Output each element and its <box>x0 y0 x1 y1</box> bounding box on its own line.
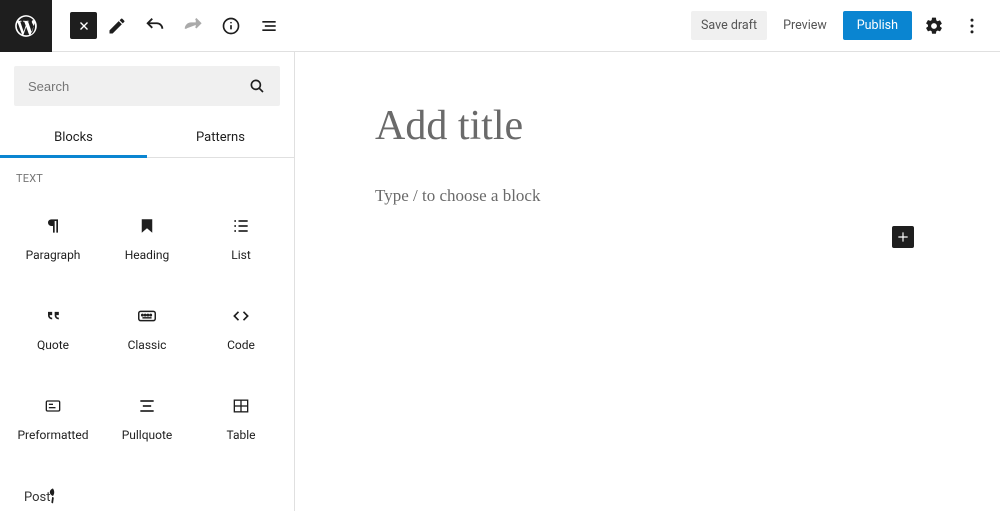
plus-icon <box>896 230 910 244</box>
blocks-scroll[interactable]: TEXT Paragraph Heading <box>0 158 294 511</box>
search-icon <box>248 77 266 95</box>
block-table[interactable]: Table <box>194 373 288 463</box>
kebab-icon <box>962 16 982 36</box>
list-view-icon <box>259 16 279 36</box>
block-inserter-panel: Blocks Patterns TEXT Paragraph Heading <box>0 52 295 511</box>
undo-icon <box>144 15 166 37</box>
info-icon <box>221 16 241 36</box>
workspace: Blocks Patterns TEXT Paragraph Heading <box>0 52 1000 511</box>
redo-icon <box>182 15 204 37</box>
search-input[interactable] <box>28 79 248 94</box>
block-label: Pullquote <box>122 428 173 442</box>
block-grid: Paragraph Heading List <box>0 193 294 511</box>
preview-button[interactable]: Preview <box>773 11 837 40</box>
wordpress-logo[interactable] <box>0 0 52 52</box>
toggle-inserter-button[interactable] <box>70 12 97 39</box>
quote-icon <box>41 304 65 328</box>
heading-icon <box>135 214 159 238</box>
paragraph-icon <box>41 214 65 238</box>
undo-button[interactable] <box>137 8 173 44</box>
block-label: Table <box>226 428 255 442</box>
block-heading[interactable]: Heading <box>100 193 194 283</box>
topbar-right: Save draft Preview Publish <box>691 10 1000 42</box>
block-classic[interactable]: Classic <box>100 283 194 373</box>
tab-blocks[interactable]: Blocks <box>0 120 147 157</box>
block-label: Paragraph <box>26 248 81 262</box>
editor-canvas[interactable]: Add title Type / to choose a block <box>295 52 1000 511</box>
publish-button[interactable]: Publish <box>843 11 912 40</box>
block-list[interactable]: List <box>194 193 288 283</box>
block-label: Classic <box>128 338 167 352</box>
gear-icon <box>924 16 944 36</box>
table-icon <box>229 394 253 418</box>
block-paragraph[interactable]: Paragraph <box>6 193 100 283</box>
preformatted-icon <box>41 394 65 418</box>
section-label-text: TEXT <box>0 158 294 193</box>
topbar-left <box>0 0 287 51</box>
block-label: Heading <box>125 248 170 262</box>
settings-button[interactable] <box>918 10 950 42</box>
post-title-placeholder[interactable]: Add title <box>375 102 1000 150</box>
block-label: Code <box>227 338 255 352</box>
search-field[interactable] <box>14 66 280 106</box>
document-info-button[interactable] <box>213 8 249 44</box>
block-preformatted[interactable]: Preformatted <box>6 373 100 463</box>
list-icon <box>229 214 253 238</box>
post-body-placeholder[interactable]: Type / to choose a block <box>375 186 1000 206</box>
edit-tool-button[interactable] <box>99 8 135 44</box>
list-view-button[interactable] <box>251 8 287 44</box>
editor-topbar: Save draft Preview Publish <box>0 0 1000 52</box>
block-pullquote[interactable]: Pullquote <box>100 373 194 463</box>
more-options-button[interactable] <box>956 10 988 42</box>
footer-status: Post <box>24 490 51 505</box>
add-block-button[interactable] <box>892 226 914 248</box>
block-code[interactable]: Code <box>194 283 288 373</box>
block-label: List <box>231 248 251 262</box>
block-label: Preformatted <box>17 428 88 442</box>
code-icon <box>229 304 253 328</box>
block-label: Quote <box>37 338 69 352</box>
pencil-icon <box>107 16 127 36</box>
tab-patterns[interactable]: Patterns <box>147 120 294 157</box>
close-icon <box>77 19 91 33</box>
block-verse[interactable]: Verse <box>6 463 100 511</box>
block-quote[interactable]: Quote <box>6 283 100 373</box>
save-draft-button[interactable]: Save draft <box>691 11 767 40</box>
classic-icon <box>135 304 159 328</box>
inserter-tabs: Blocks Patterns <box>0 120 294 158</box>
search-wrap <box>0 52 294 120</box>
pullquote-icon <box>135 394 159 418</box>
redo-button <box>175 8 211 44</box>
